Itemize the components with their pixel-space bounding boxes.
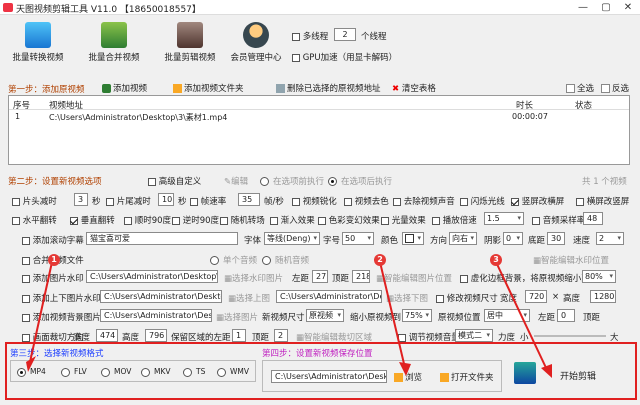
badge-3: 3: [490, 254, 502, 266]
arrowhead-2: [399, 362, 411, 376]
badge-1: 1: [48, 254, 60, 266]
badge-2: 2: [374, 254, 386, 266]
annotation-arrows: [26, 261, 552, 378]
arrowhead-3: [541, 364, 552, 378]
arrow-line-3: [495, 261, 549, 373]
arrow-line-2: [379, 261, 406, 369]
app-window: 天图视频剪辑工具 V11.0 【18650018557】 — ▢ ✕ 批量转换视…: [0, 0, 640, 405]
arrow-line-1: [29, 261, 53, 363]
